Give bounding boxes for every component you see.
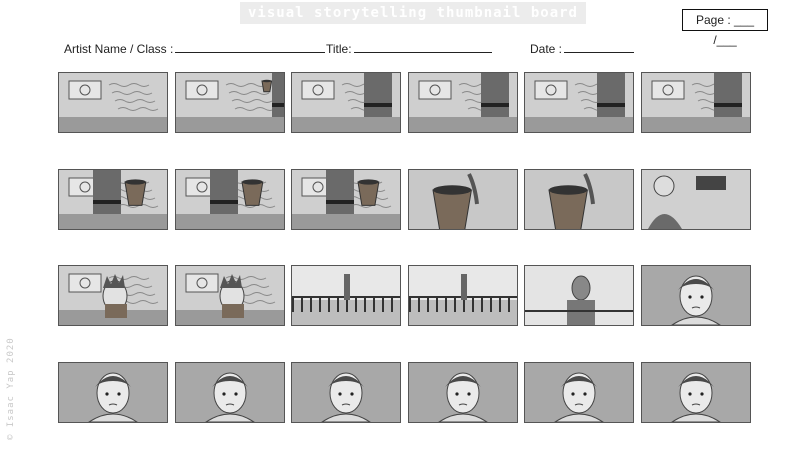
thumbnail-frame[interactable] — [291, 169, 401, 230]
thumbnail-frame[interactable] — [291, 72, 401, 133]
sketch-illustration — [642, 363, 750, 422]
thumbnail-frame[interactable] — [408, 169, 518, 230]
sketch-illustration — [642, 266, 750, 325]
artist-label: Artist Name / Class : — [64, 42, 174, 56]
thumbnail-frame[interactable] — [524, 265, 634, 326]
sketch-illustration — [525, 363, 633, 422]
date-label: Date : — [530, 42, 563, 56]
title-field[interactable]: Title: — [326, 40, 492, 56]
date-field[interactable]: Date : — [530, 40, 635, 56]
sketch-illustration — [176, 73, 284, 132]
sketch-illustration — [292, 170, 400, 229]
thumbnail-frame[interactable] — [408, 72, 518, 133]
sketch-illustration — [176, 266, 284, 325]
thumbnail-frame[interactable] — [291, 362, 401, 423]
thumbnail-frame[interactable] — [641, 265, 751, 326]
copyright-watermark: © Isaac Yap 2020 — [6, 337, 16, 440]
page-number-box[interactable]: Page : ___ /___ — [682, 9, 768, 47]
sketch-illustration — [292, 73, 400, 132]
thumbnail-frame[interactable] — [58, 169, 168, 230]
thumbnail-frame[interactable] — [408, 265, 518, 326]
sketch-illustration — [642, 73, 750, 132]
sketch-illustration — [409, 363, 517, 422]
sketch-illustration — [59, 266, 167, 325]
thumbnail-frame[interactable] — [641, 72, 751, 133]
thumbnail-frame[interactable] — [58, 265, 168, 326]
sketch-illustration — [409, 170, 517, 229]
thumbnail-frame[interactable] — [58, 362, 168, 423]
board-title: visual storytelling thumbnail board — [240, 2, 586, 24]
sketch-illustration — [59, 363, 167, 422]
thumbnail-frame[interactable] — [175, 169, 285, 230]
artist-line[interactable] — [175, 40, 326, 53]
thumbnail-frame[interactable] — [524, 362, 634, 423]
sketch-illustration — [292, 363, 400, 422]
thumbnail-frame[interactable] — [524, 169, 634, 230]
title-line[interactable] — [353, 40, 492, 53]
sketch-illustration — [176, 363, 284, 422]
sketch-illustration — [525, 170, 633, 229]
sketch-illustration — [409, 73, 517, 132]
sketch-illustration — [409, 266, 517, 325]
thumbnail-frame[interactable] — [641, 362, 751, 423]
thumbnail-frame[interactable] — [291, 265, 401, 326]
sketch-illustration — [59, 170, 167, 229]
sketch-illustration — [292, 266, 400, 325]
date-line[interactable] — [564, 40, 635, 53]
thumbnail-frame[interactable] — [408, 362, 518, 423]
sketch-illustration — [59, 73, 167, 132]
sketch-illustration — [525, 73, 633, 132]
thumbnail-frame[interactable] — [175, 362, 285, 423]
artist-field[interactable]: Artist Name / Class : — [64, 40, 326, 56]
sketch-illustration — [525, 266, 633, 325]
sketch-illustration — [176, 170, 284, 229]
thumbnail-frame[interactable] — [175, 72, 285, 133]
thumbnail-frame[interactable] — [641, 169, 751, 230]
title-label: Title: — [326, 42, 352, 56]
thumbnail-frame[interactable] — [175, 265, 285, 326]
sketch-illustration — [642, 170, 750, 229]
thumbnail-frame[interactable] — [58, 72, 168, 133]
thumbnail-frame[interactable] — [524, 72, 634, 133]
